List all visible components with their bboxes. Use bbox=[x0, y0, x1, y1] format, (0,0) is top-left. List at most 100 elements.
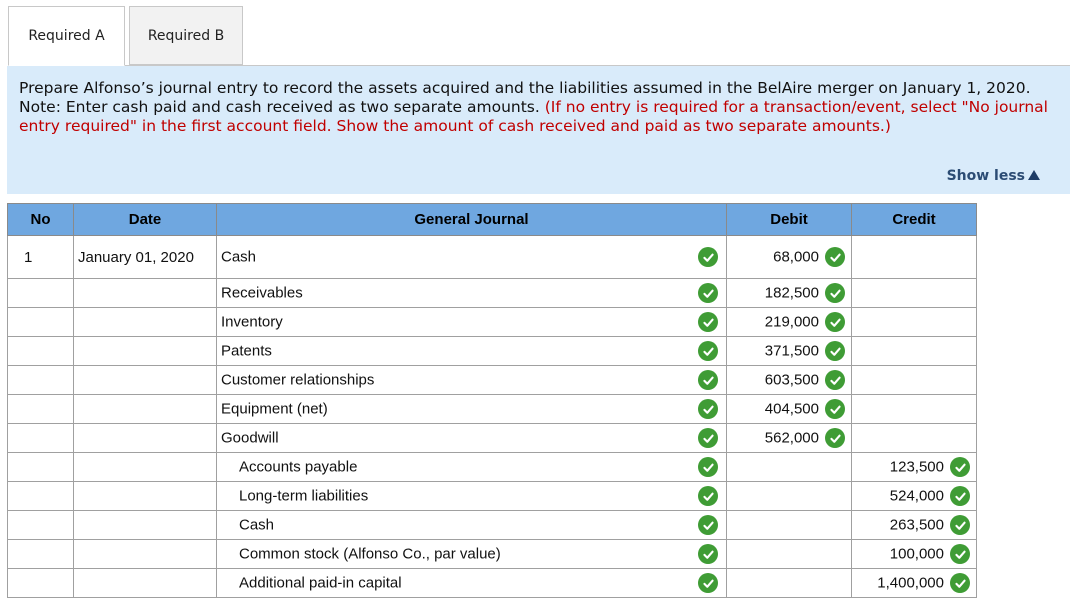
cell-account[interactable]: Receivables bbox=[216, 278, 727, 308]
check-circle-icon bbox=[825, 341, 845, 361]
header-debit: Debit bbox=[726, 203, 852, 236]
check-circle-icon bbox=[698, 544, 718, 564]
cell-date[interactable] bbox=[73, 539, 217, 569]
credit-amount: 1,400,000 bbox=[877, 574, 944, 592]
check-circle-icon bbox=[950, 515, 970, 535]
cell-account[interactable]: Equipment (net) bbox=[216, 394, 727, 424]
cell-credit[interactable] bbox=[851, 336, 977, 366]
check-circle-icon bbox=[950, 544, 970, 564]
check-circle-icon bbox=[698, 486, 718, 506]
check-circle-icon bbox=[825, 399, 845, 419]
cell-credit[interactable]: 123,500 bbox=[851, 452, 977, 482]
cell-date[interactable]: January 01, 2020 bbox=[73, 235, 217, 279]
cell-account[interactable]: Goodwill bbox=[216, 423, 727, 453]
account-name: Receivables bbox=[221, 284, 303, 302]
check-circle-icon bbox=[698, 457, 718, 477]
cell-debit[interactable] bbox=[726, 481, 852, 511]
cell-no: 1 bbox=[7, 235, 74, 279]
cell-account[interactable]: Cash bbox=[216, 510, 727, 540]
table-row: Goodwill 562,000 bbox=[7, 423, 977, 453]
cell-date[interactable] bbox=[73, 568, 217, 598]
account-name: Customer relationships bbox=[221, 371, 375, 389]
cell-debit[interactable] bbox=[726, 568, 852, 598]
cell-credit[interactable]: 100,000 bbox=[851, 539, 977, 569]
check-circle-icon bbox=[698, 247, 718, 267]
table-row: Receivables 182,500 bbox=[7, 278, 977, 308]
cell-no bbox=[7, 452, 74, 482]
cell-credit[interactable] bbox=[851, 307, 977, 337]
cell-debit[interactable]: 182,500 bbox=[726, 278, 852, 308]
table-row: Long-term liabilities 524,000 bbox=[7, 481, 977, 511]
account-name: Patents bbox=[221, 342, 272, 360]
debit-amount: 562,000 bbox=[764, 429, 819, 447]
cell-account[interactable]: Long-term liabilities bbox=[216, 481, 727, 511]
cell-debit[interactable] bbox=[726, 539, 852, 569]
table-row: Cash 263,500 bbox=[7, 510, 977, 540]
header-credit: Credit bbox=[851, 203, 977, 236]
account-name: Goodwill bbox=[221, 429, 279, 447]
cell-date[interactable] bbox=[73, 336, 217, 366]
cell-credit[interactable]: 524,000 bbox=[851, 481, 977, 511]
tab-required-b[interactable]: Required B bbox=[129, 6, 243, 65]
show-less-label: Show less bbox=[946, 168, 1025, 184]
cell-no bbox=[7, 423, 74, 453]
account-name: Accounts payable bbox=[239, 458, 358, 476]
cell-debit[interactable] bbox=[726, 452, 852, 482]
cell-account[interactable]: Inventory bbox=[216, 307, 727, 337]
cell-date[interactable] bbox=[73, 365, 217, 395]
table-header-row: No Date General Journal Debit Credit bbox=[7, 203, 977, 236]
account-name: Additional paid-in capital bbox=[239, 574, 402, 592]
cell-date[interactable] bbox=[73, 423, 217, 453]
check-circle-icon bbox=[698, 428, 718, 448]
cell-account[interactable]: Additional paid-in capital bbox=[216, 568, 727, 598]
header-no: No bbox=[7, 203, 74, 236]
cell-account[interactable]: Cash bbox=[216, 235, 727, 279]
cell-credit[interactable] bbox=[851, 365, 977, 395]
check-circle-icon bbox=[698, 370, 718, 390]
table-row: Additional paid-in capital 1,400,000 bbox=[7, 568, 977, 598]
cell-debit[interactable]: 68,000 bbox=[726, 235, 852, 279]
cell-date[interactable] bbox=[73, 510, 217, 540]
cell-no bbox=[7, 307, 74, 337]
check-circle-icon bbox=[698, 341, 718, 361]
cell-debit[interactable]: 404,500 bbox=[726, 394, 852, 424]
check-circle-icon bbox=[825, 370, 845, 390]
credit-amount: 100,000 bbox=[889, 545, 944, 563]
cell-credit[interactable] bbox=[851, 394, 977, 424]
credit-amount: 263,500 bbox=[889, 516, 944, 534]
account-name: Equipment (net) bbox=[221, 400, 328, 418]
cell-debit[interactable]: 219,000 bbox=[726, 307, 852, 337]
cell-credit[interactable] bbox=[851, 278, 977, 308]
cell-credit[interactable] bbox=[851, 235, 977, 279]
triangle-up-icon bbox=[1028, 170, 1040, 180]
debit-amount: 404,500 bbox=[764, 400, 819, 418]
cell-account[interactable]: Common stock (Alfonso Co., par value) bbox=[216, 539, 727, 569]
check-circle-icon bbox=[950, 573, 970, 593]
cell-date[interactable] bbox=[73, 452, 217, 482]
account-name: Inventory bbox=[221, 313, 283, 331]
header-date: Date bbox=[73, 203, 217, 236]
cell-date[interactable] bbox=[73, 278, 217, 308]
debit-amount: 182,500 bbox=[764, 284, 819, 302]
cell-date[interactable] bbox=[73, 394, 217, 424]
cell-date[interactable] bbox=[73, 307, 217, 337]
debit-amount: 603,500 bbox=[764, 371, 819, 389]
cell-debit[interactable]: 371,500 bbox=[726, 336, 852, 366]
cell-account[interactable]: Customer relationships bbox=[216, 365, 727, 395]
cell-credit[interactable]: 1,400,000 bbox=[851, 568, 977, 598]
cell-no bbox=[7, 539, 74, 569]
table-row: Customer relationships 603,500 bbox=[7, 365, 977, 395]
account-name: Common stock (Alfonso Co., par value) bbox=[239, 545, 501, 563]
cell-credit[interactable]: 263,500 bbox=[851, 510, 977, 540]
cell-no bbox=[7, 510, 74, 540]
show-less-button[interactable]: Show less bbox=[947, 168, 1040, 184]
tab-required-a[interactable]: Required A bbox=[8, 6, 125, 66]
cell-debit[interactable]: 603,500 bbox=[726, 365, 852, 395]
cell-account[interactable]: Patents bbox=[216, 336, 727, 366]
cell-debit[interactable]: 562,000 bbox=[726, 423, 852, 453]
cell-debit[interactable] bbox=[726, 510, 852, 540]
cell-account[interactable]: Accounts payable bbox=[216, 452, 727, 482]
cell-date[interactable] bbox=[73, 481, 217, 511]
cell-credit[interactable] bbox=[851, 423, 977, 453]
cell-no bbox=[7, 365, 74, 395]
